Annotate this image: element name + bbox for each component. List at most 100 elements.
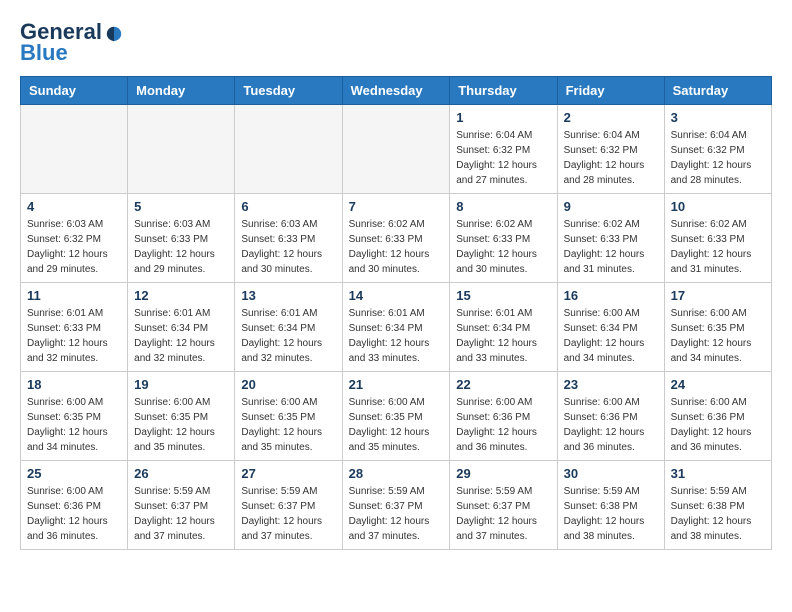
calendar-cell: 29 Sunrise: 5:59 AMSunset: 6:37 PMDayligh… [450,461,557,550]
calendar-cell: 15Sunrise: 6:01 AMSunset: 6:34 PMDayligh… [450,283,557,372]
day-info: Sunrise: 5:59 AMSunset: 6:37 PMDaylight:… [241,484,335,544]
calendar-cell: 26 Sunrise: 5:59 AMSunset: 6:37 PMDayligh… [128,461,235,550]
day-info: Sunrise: 6:00 AMSunset: 6:35 PMDaylight:… [241,395,335,455]
calendar-cell: 4Sunrise: 6:03 AMSunset: 6:32 PMDaylight… [21,194,128,283]
day-info: Sunrise: 6:04 AMSunset: 6:32 PMDaylight:… [671,128,765,188]
day-info: Sunrise: 6:00 AMSunset: 6:36 PMDaylight:… [564,395,658,455]
day-number: 1 [456,110,550,125]
calendar-cell: 18Sunrise: 6:00 AMSunset: 6:35 PMDayligh… [21,372,128,461]
day-number: 29 [456,466,550,481]
calendar-cell: 30 Sunrise: 5:59 AMSunset: 6:38 PMDayligh… [557,461,664,550]
day-info: Sunrise: 6:00 AMSunset: 6:36 PMDaylight:… [27,484,121,544]
day-number: 15 [456,288,550,303]
calendar-table: SundayMondayTuesdayWednesdayThursdayFrid… [20,76,772,550]
calendar-header: SundayMondayTuesdayWednesdayThursdayFrid… [21,77,772,105]
day-number: 5 [134,199,228,214]
weekday-header-row: SundayMondayTuesdayWednesdayThursdayFrid… [21,77,772,105]
calendar-body: 1 Sunrise: 6:04 AMSunset: 6:32 PMDaylight… [21,105,772,550]
day-info: Sunrise: 5:59 AMSunset: 6:38 PMDaylight:… [564,484,658,544]
day-info: Sunrise: 6:00 AMSunset: 6:35 PMDaylight:… [134,395,228,455]
weekday-header-monday: Monday [128,77,235,105]
day-info: Sunrise: 6:01 AMSunset: 6:34 PMDaylight:… [241,306,335,366]
day-number: 11 [27,288,121,303]
calendar-cell: 7Sunrise: 6:02 AMSunset: 6:33 PMDaylight… [342,194,450,283]
week-row-4: 18 Sunrise: 6:00 AMSunset: 6:35 PMDayligh… [21,372,772,461]
day-info: Sunrise: 6:01 AMSunset: 6:33 PMDaylight:… [27,306,121,366]
day-number: 24 [671,377,765,392]
calendar-cell: 19 Sunrise: 6:00 AMSunset: 6:35 PMDayligh… [128,372,235,461]
day-number: 20 [241,377,335,392]
day-info: Sunrise: 5:59 AMSunset: 6:37 PMDaylight:… [456,484,550,544]
day-number: 28 [349,466,444,481]
calendar-cell: 20 Sunrise: 6:00 AMSunset: 6:35 PMDayligh… [235,372,342,461]
logo-icon [105,24,123,42]
calendar-cell: 8 Sunrise: 6:02 AMSunset: 6:33 PMDaylight… [450,194,557,283]
logo: General Blue [20,20,123,66]
day-info: Sunrise: 6:02 AMSunset: 6:33 PMDaylight:… [456,217,550,277]
day-number: 27 [241,466,335,481]
day-info: Sunrise: 6:01 AMSunset: 6:34 PMDaylight:… [349,306,444,366]
week-row-3: 11 Sunrise: 6:01 AMSunset: 6:33 PMDayligh… [21,283,772,372]
day-number: 25 [27,466,121,481]
day-info: Sunrise: 6:03 AMSunset: 6:33 PMDaylight:… [134,217,228,277]
day-number: 17 [671,288,765,303]
day-number: 12 [134,288,228,303]
day-info: Sunrise: 6:01 AMSunset: 6:34 PMDaylight:… [134,306,228,366]
calendar-cell [235,105,342,194]
calendar-cell: 28 Sunrise: 5:59 AMSunset: 6:37 PMDayligh… [342,461,450,550]
day-info: Sunrise: 6:04 AMSunset: 6:32 PMDaylight:… [456,128,550,188]
day-info: Sunrise: 6:02 AMSunset: 6:33 PMDaylight:… [671,217,765,277]
calendar-cell: 6 Sunrise: 6:03 AMSunset: 6:33 PMDaylight… [235,194,342,283]
calendar-cell: 16Sunrise: 6:00 AMSunset: 6:34 PMDayligh… [557,283,664,372]
day-number: 14 [349,288,444,303]
calendar-cell: 1 Sunrise: 6:04 AMSunset: 6:32 PMDaylight… [450,105,557,194]
weekday-header-sunday: Sunday [21,77,128,105]
page-header: General Blue [20,20,772,66]
day-number: 19 [134,377,228,392]
day-number: 21 [349,377,444,392]
day-info: Sunrise: 6:00 AMSunset: 6:35 PMDaylight:… [349,395,444,455]
day-info: Sunrise: 6:02 AMSunset: 6:33 PMDaylight:… [564,217,658,277]
day-number: 6 [241,199,335,214]
calendar-cell: 9 Sunrise: 6:02 AMSunset: 6:33 PMDaylight… [557,194,664,283]
calendar-cell: 14 Sunrise: 6:01 AMSunset: 6:34 PMDayligh… [342,283,450,372]
day-info: Sunrise: 5:59 AMSunset: 6:37 PMDaylight:… [349,484,444,544]
week-row-2: 4Sunrise: 6:03 AMSunset: 6:32 PMDaylight… [21,194,772,283]
day-number: 13 [241,288,335,303]
day-number: 8 [456,199,550,214]
day-number: 3 [671,110,765,125]
day-info: Sunrise: 6:00 AMSunset: 6:36 PMDaylight:… [671,395,765,455]
day-info: Sunrise: 5:59 AMSunset: 6:37 PMDaylight:… [134,484,228,544]
weekday-header-saturday: Saturday [664,77,771,105]
calendar-cell: 21 Sunrise: 6:00 AMSunset: 6:35 PMDayligh… [342,372,450,461]
day-number: 16 [564,288,658,303]
calendar-cell: 17 Sunrise: 6:00 AMSunset: 6:35 PMDayligh… [664,283,771,372]
calendar-cell: 11 Sunrise: 6:01 AMSunset: 6:33 PMDayligh… [21,283,128,372]
week-row-1: 1 Sunrise: 6:04 AMSunset: 6:32 PMDaylight… [21,105,772,194]
day-number: 30 [564,466,658,481]
day-number: 9 [564,199,658,214]
calendar-cell: 27 Sunrise: 5:59 AMSunset: 6:37 PMDayligh… [235,461,342,550]
calendar-cell [342,105,450,194]
day-number: 4 [27,199,121,214]
day-number: 7 [349,199,444,214]
weekday-header-friday: Friday [557,77,664,105]
weekday-header-thursday: Thursday [450,77,557,105]
day-number: 18 [27,377,121,392]
day-number: 10 [671,199,765,214]
calendar-cell: 5 Sunrise: 6:03 AMSunset: 6:33 PMDaylight… [128,194,235,283]
calendar-cell: 10 Sunrise: 6:02 AMSunset: 6:33 PMDayligh… [664,194,771,283]
day-info: Sunrise: 6:00 AMSunset: 6:35 PMDaylight:… [671,306,765,366]
day-info: Sunrise: 6:03 AMSunset: 6:33 PMDaylight:… [241,217,335,277]
calendar-cell [128,105,235,194]
day-number: 2 [564,110,658,125]
day-info: Sunrise: 6:04 AMSunset: 6:32 PMDaylight:… [564,128,658,188]
day-number: 31 [671,466,765,481]
calendar-cell: 24 Sunrise: 6:00 AMSunset: 6:36 PMDayligh… [664,372,771,461]
week-row-5: 25 Sunrise: 6:00 AMSunset: 6:36 PMDayligh… [21,461,772,550]
calendar-cell: 2 Sunrise: 6:04 AMSunset: 6:32 PMDaylight… [557,105,664,194]
calendar-cell: 23 Sunrise: 6:00 AMSunset: 6:36 PMDayligh… [557,372,664,461]
day-number: 23 [564,377,658,392]
calendar-cell: 12 Sunrise: 6:01 AMSunset: 6:34 PMDayligh… [128,283,235,372]
day-number: 26 [134,466,228,481]
